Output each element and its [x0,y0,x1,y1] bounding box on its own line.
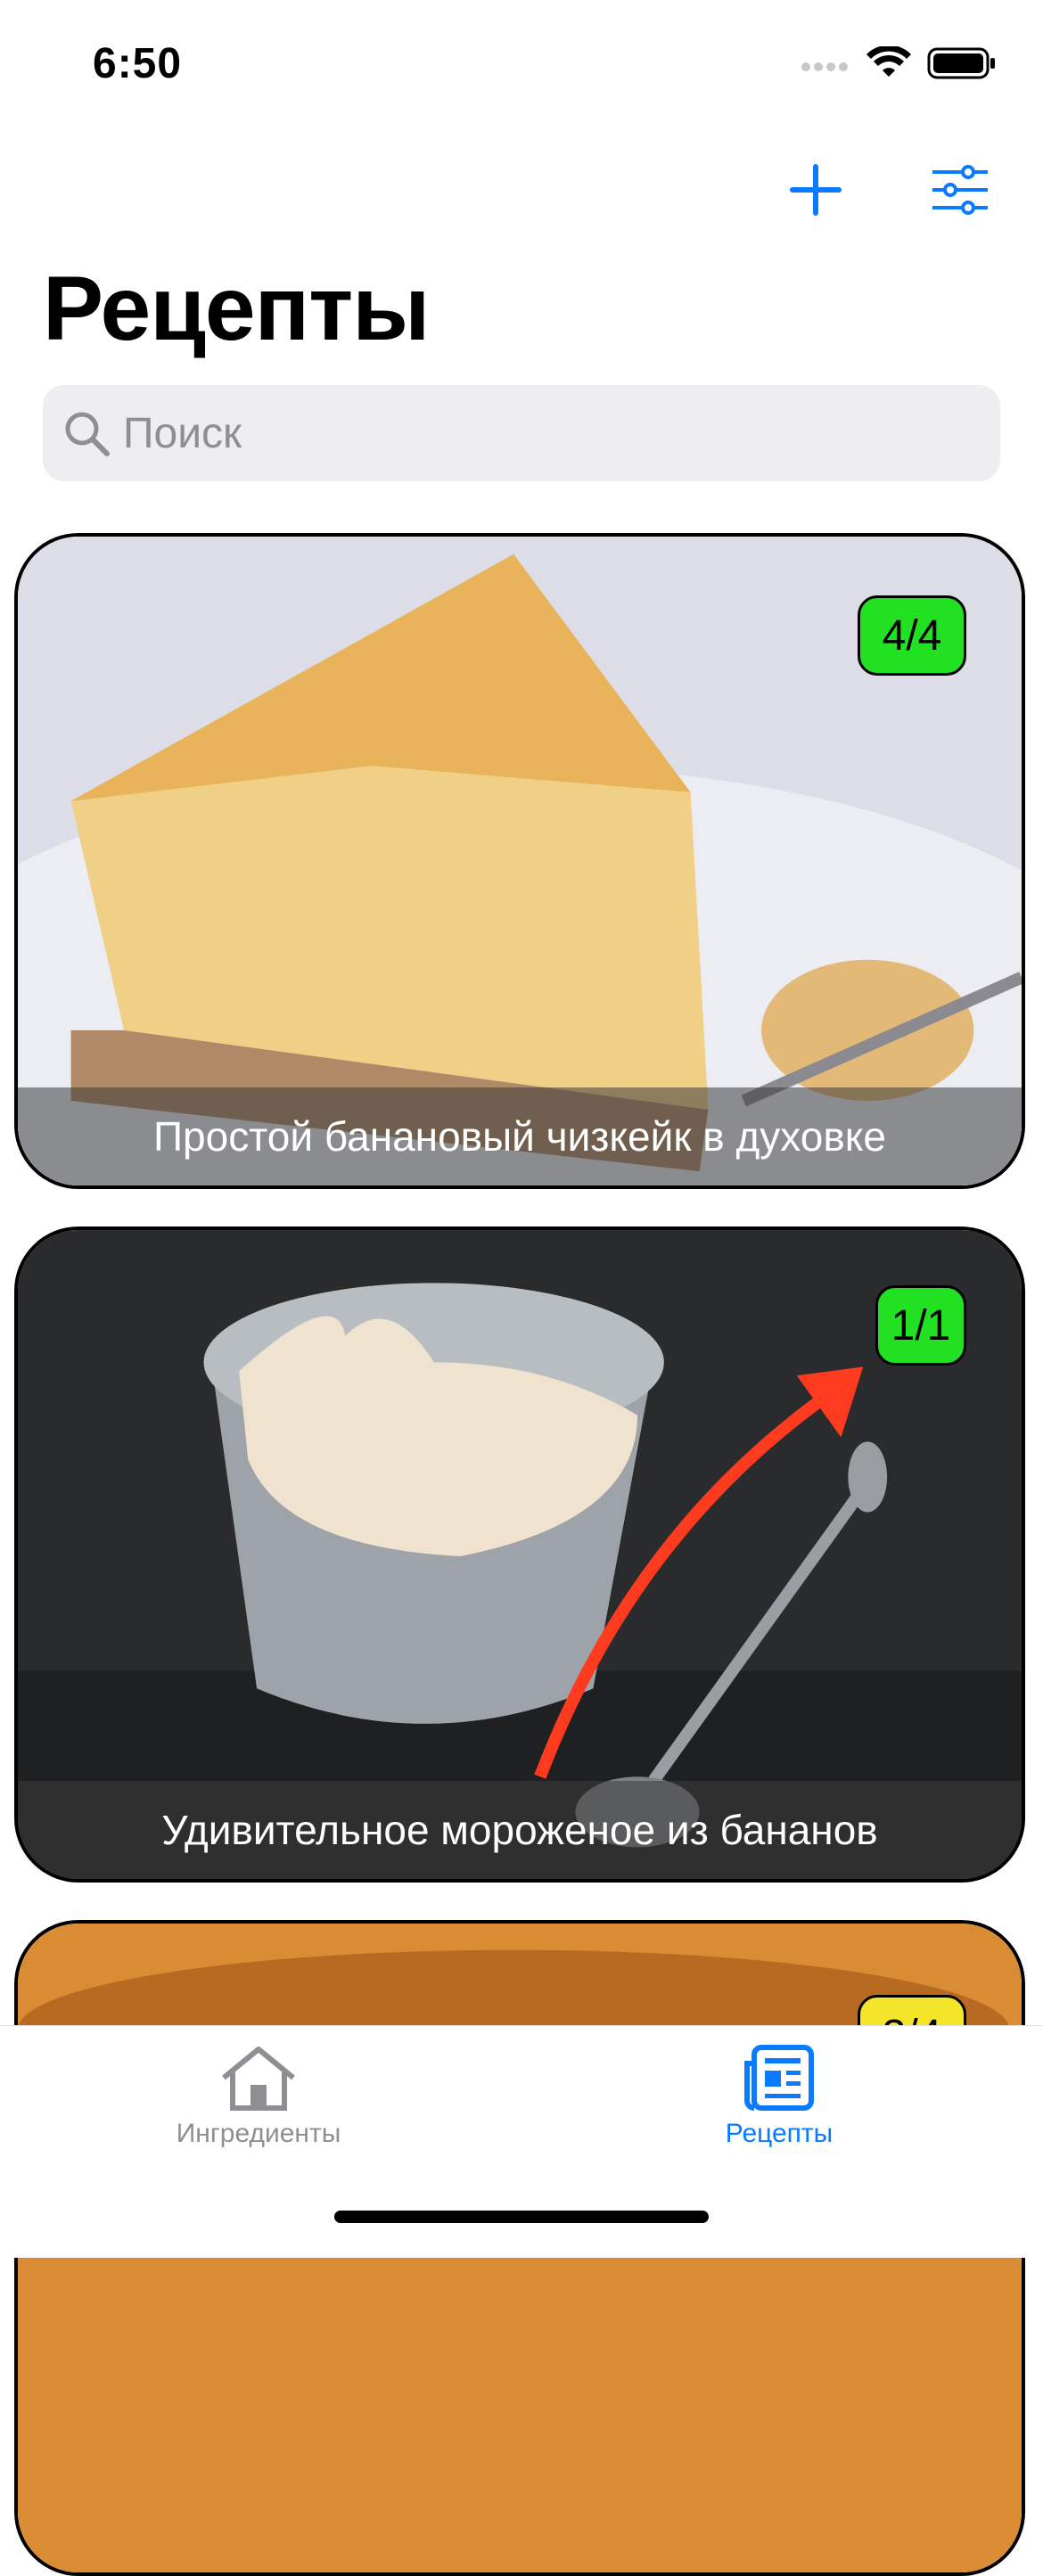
plus-icon [790,164,842,216]
home-indicator [334,2211,709,2223]
newspaper-icon [744,2045,814,2111]
signal-icon [801,62,848,71]
status-icons [801,46,997,80]
add-recipe-button[interactable] [776,150,856,230]
battery-icon [927,47,995,79]
search-icon [65,412,110,456]
recipe-title: Простой банановый чизкейк в духовке [18,1087,1022,1185]
status-time: 6:50 [93,40,183,87]
ingredient-match-badge: 4/4 [858,595,966,676]
tab-recipes[interactable]: Рецепты [645,2044,913,2149]
search-bar[interactable] [43,385,1000,481]
wifi-icon [866,46,911,77]
house-icon [222,2047,295,2111]
status-bar: 6:50 [0,0,1043,125]
tab-label: Рецепты [725,2119,834,2148]
ingredient-match-badge: 1/1 [875,1285,966,1366]
recipe-card[interactable]: 1/1 Удивительное мороженое из бананов [14,1226,1025,1883]
page-title: Рецепты [43,258,430,359]
search-input[interactable] [121,407,927,459]
tab-label: Ингредиенты [176,2119,341,2148]
sliders-icon [932,165,988,215]
recipe-card[interactable]: 4/4 Простой банановый чизкейк в духовке [14,533,1025,1189]
tab-ingredients[interactable]: Ингредиенты [125,2044,392,2149]
recipe-title: Удивительное мороженое из бананов [18,1781,1022,1879]
filter-button[interactable] [920,150,1000,230]
